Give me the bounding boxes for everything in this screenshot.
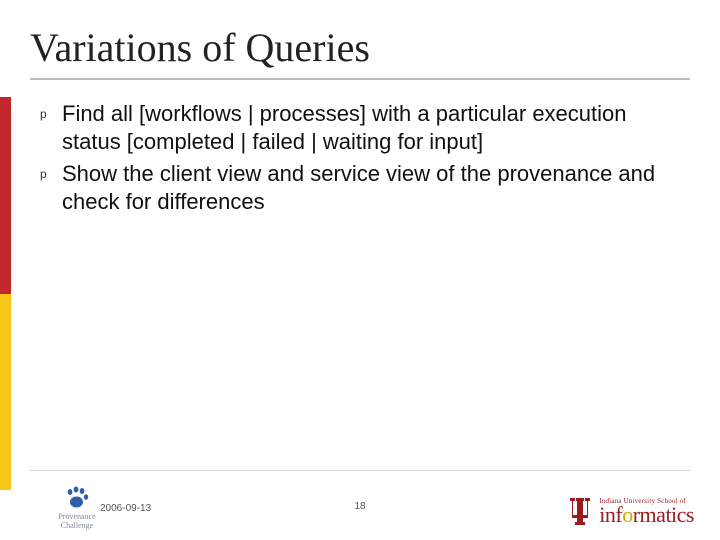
list-item: p Show the client view and service view … bbox=[40, 160, 680, 216]
footer-date: 2006-09-13 bbox=[100, 503, 151, 514]
body-content: p Find all [workflows | processes] with … bbox=[40, 100, 680, 220]
stripe-red bbox=[0, 97, 11, 294]
footer-divider bbox=[30, 470, 690, 471]
list-item: p Find all [workflows | processes] with … bbox=[40, 100, 680, 156]
slide-title: Variations of Queries bbox=[30, 24, 370, 71]
footer: Provenance Challenge 2006-09-13 18 India… bbox=[0, 470, 720, 534]
slide: Variations of Queries p Find all [workfl… bbox=[0, 0, 720, 540]
informatics-text: informatics bbox=[599, 505, 694, 525]
wordmark-post: rmatics bbox=[633, 502, 694, 527]
title-underline bbox=[30, 78, 690, 80]
bullet-marker: p bbox=[40, 160, 62, 188]
bullet-text: Find all [workflows | processes] with a … bbox=[62, 100, 680, 156]
paw-icon bbox=[64, 486, 90, 510]
accent-stripe bbox=[0, 97, 11, 490]
bullet-text: Show the client view and service view of… bbox=[62, 160, 680, 216]
informatics-wordmark: Indiana University School of informatics bbox=[599, 497, 694, 525]
iu-logo-block: Indiana University School of informatics bbox=[567, 494, 694, 528]
wordmark-pre: inf bbox=[599, 502, 622, 527]
bullet-marker: p bbox=[40, 100, 62, 128]
provenance-text-2: Challenge bbox=[42, 521, 112, 530]
iu-trident-icon bbox=[567, 494, 593, 528]
page-number: 18 bbox=[354, 501, 365, 512]
stripe-yellow bbox=[0, 294, 11, 491]
wordmark-o: o bbox=[622, 502, 633, 527]
